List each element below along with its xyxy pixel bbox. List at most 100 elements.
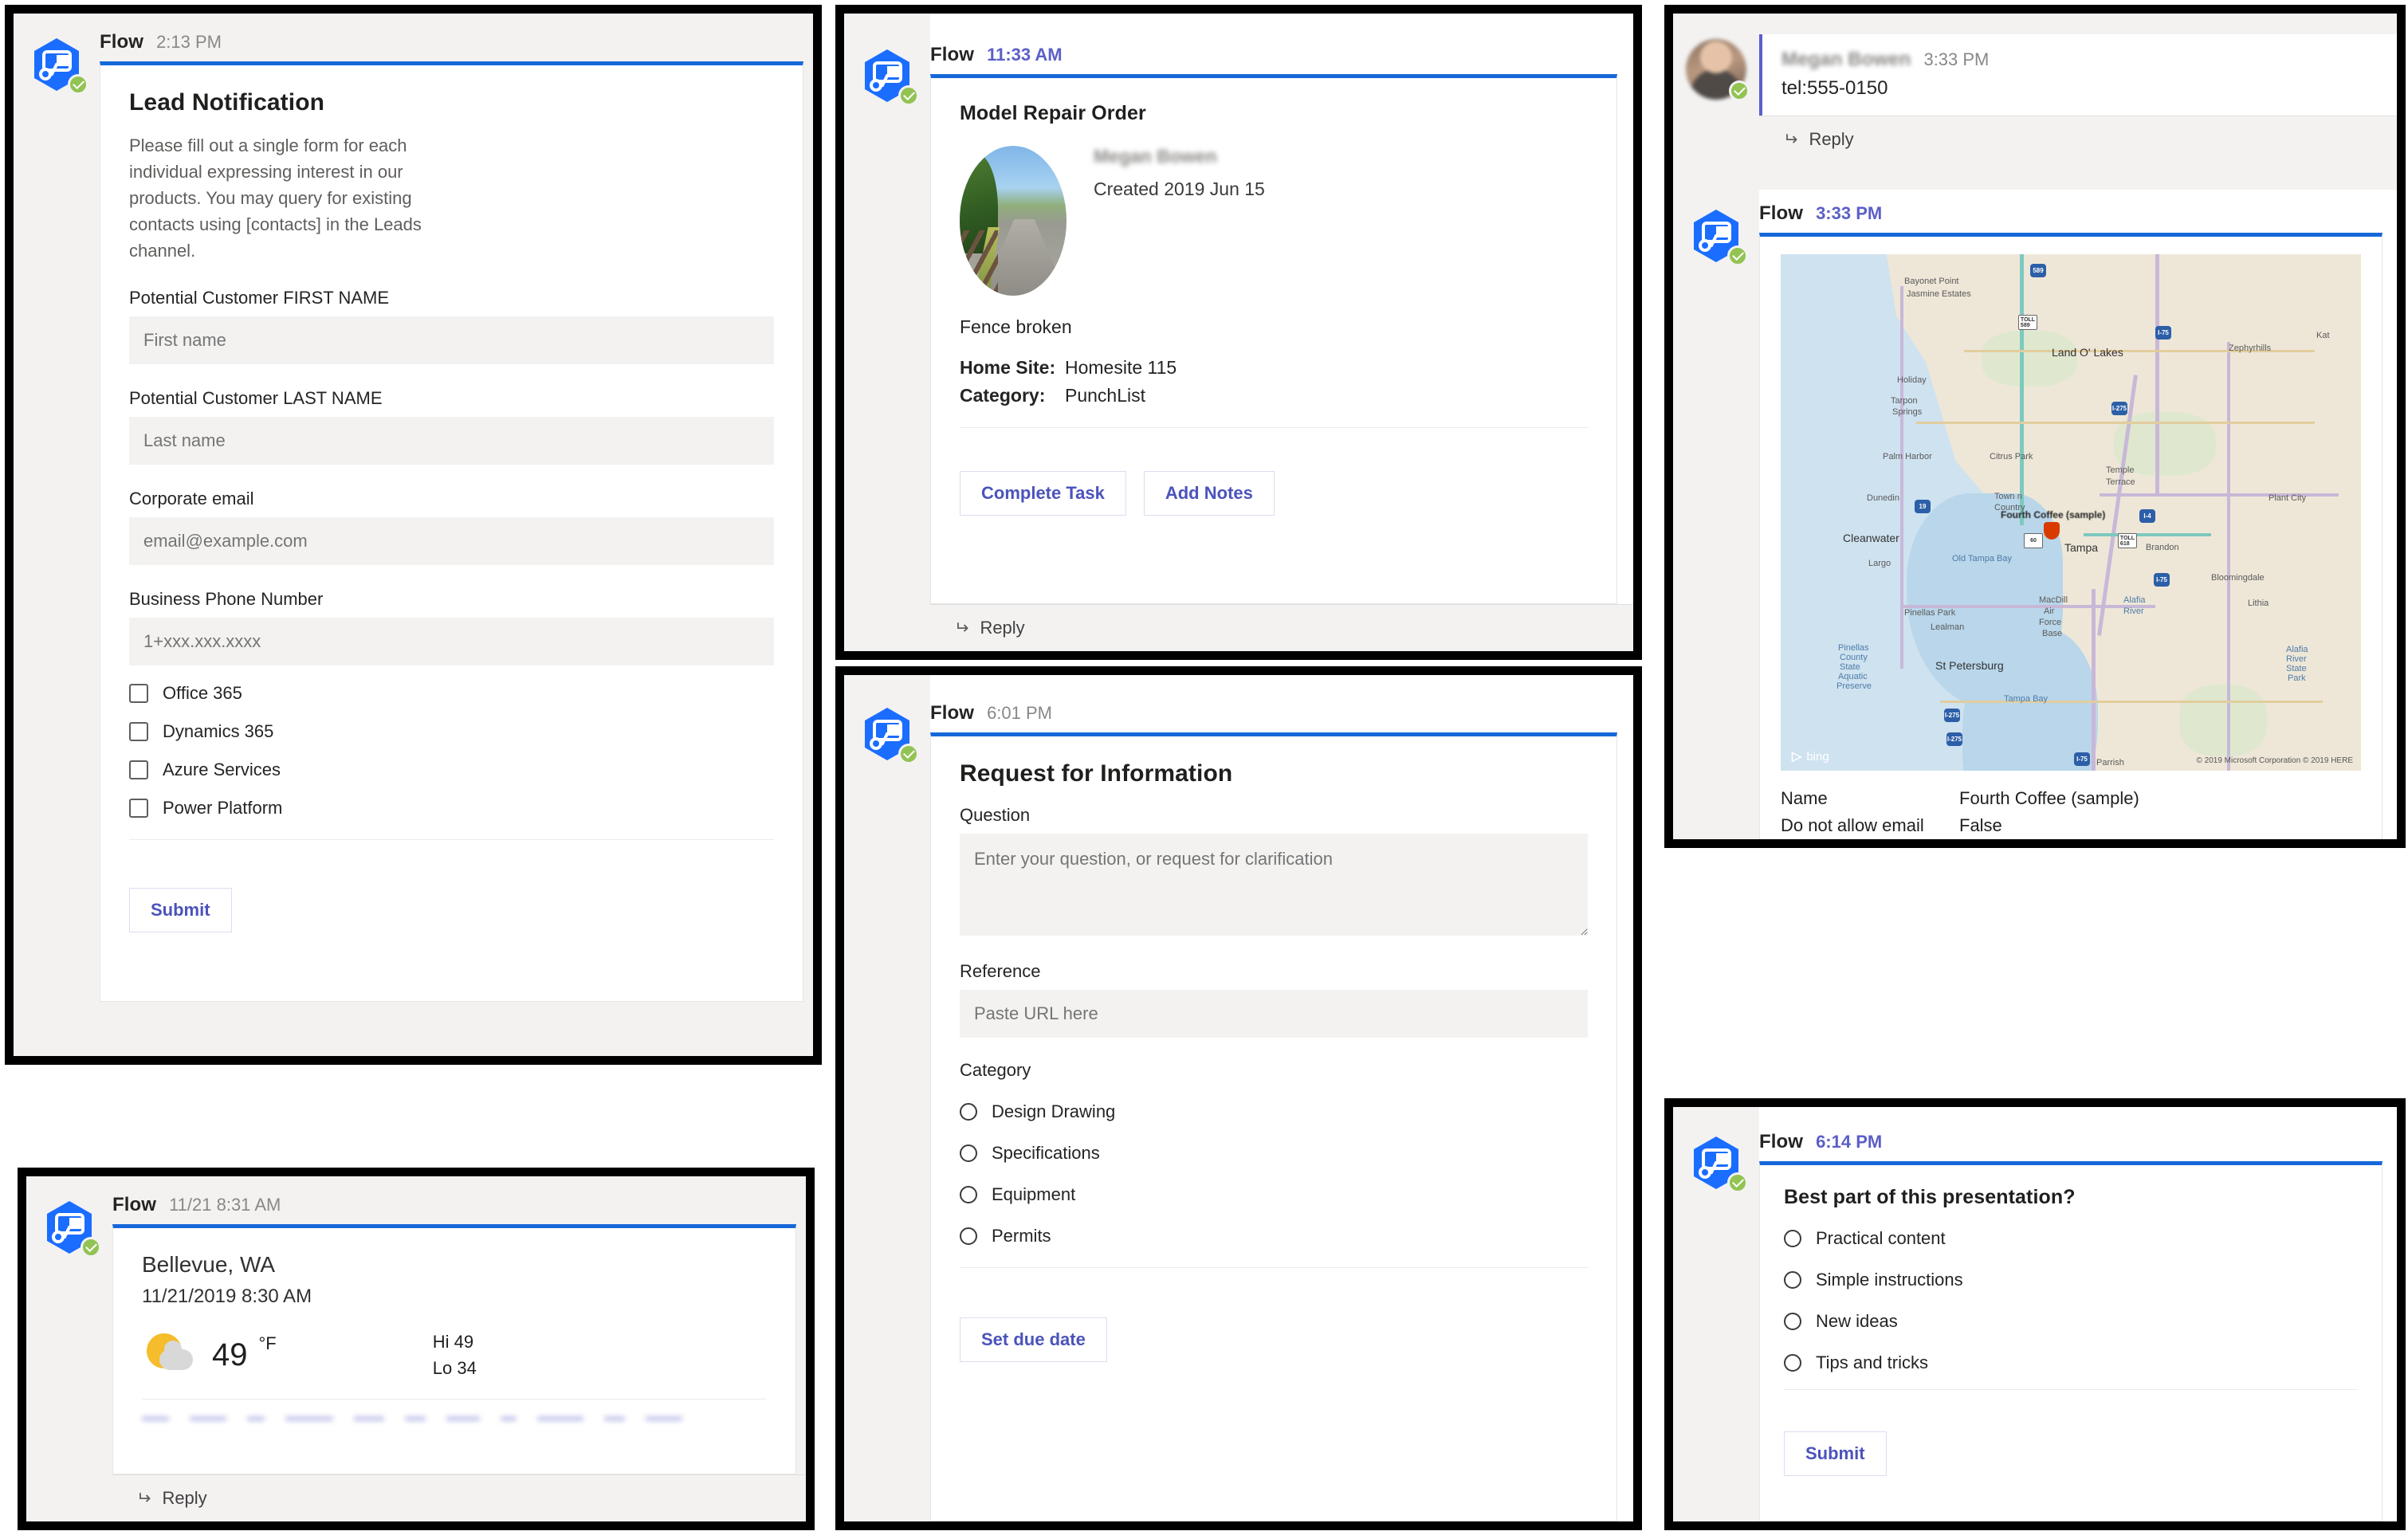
checkbox-icon[interactable]: [129, 722, 148, 741]
message-body: Flow 2:13 PM Lead Notification Please fi…: [100, 14, 813, 1056]
checkbox-power-platform[interactable]: Power Platform: [129, 798, 774, 819]
checkbox-azure-services[interactable]: Azure Services: [129, 760, 774, 780]
detail-key: Do not allow calls: [1781, 842, 1959, 848]
radio-icon[interactable]: [1784, 1354, 1801, 1372]
corporate-email-input[interactable]: [129, 517, 774, 565]
radio-icon[interactable]: [960, 1227, 977, 1245]
page-title: Request for Information: [960, 760, 1233, 787]
complete-task-button[interactable]: Complete Task: [960, 471, 1126, 516]
radio-permits[interactable]: Permits: [960, 1226, 1588, 1246]
weather-temperature: 49: [212, 1337, 248, 1372]
checkbox-icon[interactable]: [129, 760, 148, 779]
radio-label: Tips and tricks: [1816, 1352, 1929, 1372]
submit-button[interactable]: Submit: [1784, 1431, 1887, 1476]
map-pin-label: Fourth Coffee (sample): [2001, 509, 2106, 520]
reply-arrow-icon: ↵: [1783, 129, 1798, 149]
radio-icon[interactable]: [960, 1103, 977, 1121]
checkbox-office-365[interactable]: Office 365: [129, 683, 774, 704]
presence-available-icon: [1729, 80, 1750, 101]
avatar: [1686, 39, 1750, 101]
checkbox-dynamics-365[interactable]: Dynamics 365: [129, 721, 774, 742]
radio-icon[interactable]: [1784, 1271, 1801, 1289]
detail-key: Do not allow email: [1781, 815, 1924, 835]
page-title: Lead Notification: [129, 89, 325, 116]
divider: [142, 1399, 767, 1400]
bing-logo-icon: ▷ bing: [1792, 749, 1829, 764]
radio-specifications[interactable]: Specifications: [960, 1143, 1588, 1164]
reply-bar[interactable]: ↵ Reply: [930, 604, 1633, 651]
reply-bar[interactable]: ↵ Reply: [1759, 116, 2397, 163]
screenshot-stage: Flow 2:13 PM Lead Notification Please fi…: [0, 0, 2408, 1535]
submit-button[interactable]: Submit: [129, 888, 232, 932]
panel-poll: Flow 6:14 PM Best part of this presentat…: [1664, 1098, 2406, 1530]
checkbox-icon[interactable]: [129, 684, 148, 703]
label-business-phone: Business Phone Number: [129, 589, 324, 609]
tel-message-bubble: Megan Bowen 3:33 PM tel:555-0150: [1759, 34, 2397, 116]
card-header: Flow 11:33 AM: [930, 14, 1633, 74]
divider: [129, 839, 774, 840]
divider: [1784, 1389, 2358, 1390]
flow-logo-icon: [41, 1199, 101, 1258]
flow-logo-icon: [858, 47, 919, 106]
radio-icon[interactable]: [1784, 1313, 1801, 1330]
panel-request-for-information: Flow 6:01 PM Request for Information Que…: [835, 666, 1642, 1530]
weather-unit: °F: [258, 1333, 277, 1353]
adaptive-card-weather: Bellevue, WA 11/21/2019 8:30 AM 49 °F Hi…: [112, 1224, 796, 1474]
add-notes-button[interactable]: Add Notes: [1143, 471, 1275, 516]
radio-icon[interactable]: [960, 1186, 977, 1203]
label-reference: Reference: [960, 961, 1041, 981]
fact-set: Home Site: Homesite 115 Category: PunchL…: [960, 357, 1588, 406]
reply-label: Reply: [980, 618, 1025, 638]
contact-detail-list: Name Fourth Coffee (sample) Do not allow…: [1781, 788, 2361, 848]
business-phone-input[interactable]: [129, 618, 774, 665]
checkbox-label: Power Platform: [163, 798, 283, 818]
radio-icon[interactable]: [960, 1144, 977, 1162]
radio-icon[interactable]: [1784, 1230, 1801, 1247]
poll-option-new-ideas[interactable]: New ideas: [1784, 1311, 2358, 1332]
message-body: Megan Bowen 3:33 PM tel:555-0150 ↵ Reply: [1759, 34, 2397, 163]
sender-name: Flow: [112, 1194, 157, 1215]
adaptive-card-contact: 589 TOLL 589 I-75 I-275 I-4 TOLL 618 I-75 …: [1759, 233, 2382, 848]
radio-design-drawing[interactable]: Design Drawing: [960, 1101, 1588, 1122]
reply-bar[interactable]: ↵ Reply: [112, 1474, 806, 1521]
message-timestamp: 2:13 PM: [156, 32, 222, 52]
poll-option-tips-and-tricks[interactable]: Tips and tricks: [1784, 1352, 2358, 1373]
card-header: Flow 3:33 PM: [1759, 190, 2397, 233]
reference-input[interactable]: [960, 990, 1588, 1038]
reply-arrow-icon: ↵: [954, 618, 969, 638]
fact-key: Category:: [960, 385, 1046, 406]
checkbox-icon[interactable]: [129, 799, 148, 818]
poll-option-simple-instructions[interactable]: Simple instructions: [1784, 1270, 2358, 1290]
set-due-date-button[interactable]: Set due date: [960, 1317, 1107, 1362]
message-timestamp: 11:33 AM: [987, 45, 1063, 65]
sender-name: Flow: [1759, 1131, 1804, 1152]
radio-equipment[interactable]: Equipment: [960, 1184, 1588, 1205]
card-header: Flow 6:01 PM: [930, 675, 1633, 732]
weather-timestamp: 11/21/2019 8:30 AM: [142, 1286, 312, 1307]
detail-row: Do not allow calls False: [1781, 842, 2361, 848]
adaptive-card-repair-order: Model Repair Order Megan Bowen Created 2…: [930, 74, 1617, 604]
message-body: Flow 11:33 AM Model Repair Order Megan B…: [930, 14, 1633, 651]
bing-map-image[interactable]: 589 TOLL 589 I-75 I-275 I-4 TOLL 618 I-75 …: [1781, 254, 2361, 771]
presence-available-icon: [81, 1237, 101, 1258]
card-header: Flow 11/21 8:31 AM: [112, 1176, 806, 1224]
message-timestamp: 6:14 PM: [1816, 1132, 1883, 1152]
panel-contact-map: Megan Bowen 3:33 PM tel:555-0150 ↵ Reply: [1664, 5, 2406, 848]
message-timestamp: 11/21 8:31 AM: [169, 1195, 281, 1215]
last-name-input[interactable]: [129, 417, 774, 465]
bing-label: bing: [1806, 749, 1829, 764]
page-title: Model Repair Order: [960, 102, 1146, 124]
detail-row: Name Fourth Coffee (sample): [1781, 788, 2361, 809]
tel-link[interactable]: tel:555-0150: [1781, 77, 2397, 100]
weather-forecast-clipped: [142, 1407, 767, 1430]
message-body: Flow 6:01 PM Request for Information Que…: [930, 675, 1633, 1521]
poll-option-practical-content[interactable]: Practical content: [1784, 1228, 2358, 1249]
fact-value: Homesite 115: [1065, 357, 1177, 378]
weather-high: Hi 49: [432, 1332, 474, 1352]
map-pin-icon[interactable]: [2044, 522, 2060, 540]
message-gutter: [26, 1176, 112, 1521]
question-textarea[interactable]: [960, 834, 1588, 936]
first-name-input[interactable]: [129, 316, 774, 364]
radio-label: New ideas: [1816, 1311, 1898, 1331]
message-body: Flow 3:33 PM 589 TOLL 589 I-75 I-275 I-4…: [1759, 190, 2397, 848]
